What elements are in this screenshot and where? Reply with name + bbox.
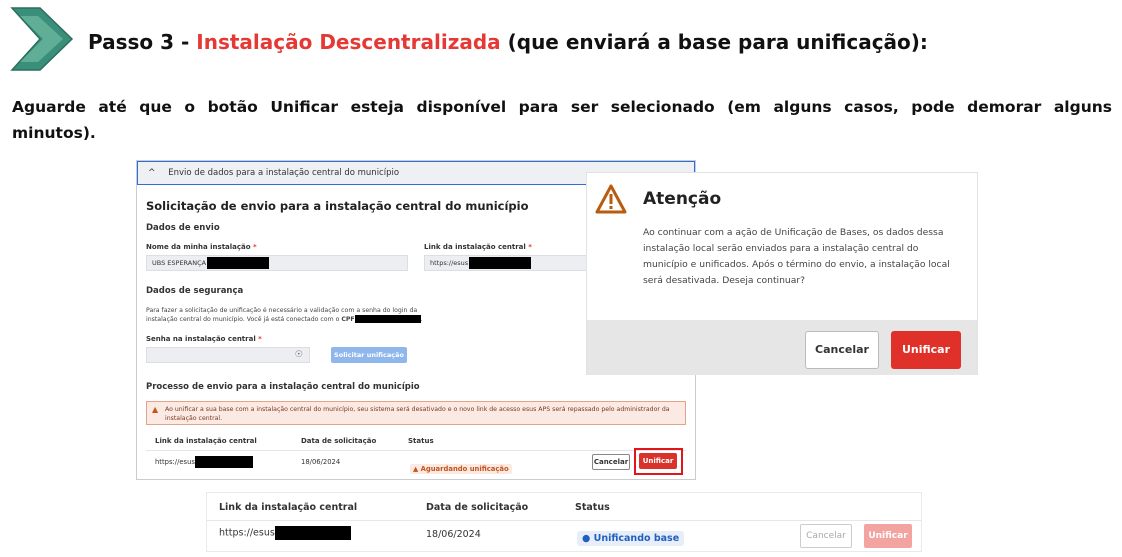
link-value: https://esus bbox=[430, 259, 469, 267]
link-field[interactable]: https://esus bbox=[424, 255, 588, 271]
step-prefix: Passo 3 - bbox=[88, 30, 197, 54]
table-divider bbox=[146, 450, 686, 451]
row-link-text: https://esus bbox=[155, 458, 195, 466]
row-status: ▲ Aguardando unificação bbox=[410, 456, 512, 475]
panel-title: Solicitação de envio para a instalação c… bbox=[146, 199, 529, 213]
redaction-box bbox=[354, 315, 421, 323]
cpf-label: CPF bbox=[341, 316, 355, 323]
unify-button[interactable]: Unificar bbox=[639, 453, 677, 469]
seguranca-heading: Dados de segurança bbox=[146, 286, 244, 296]
chevron-arrow-icon bbox=[10, 7, 74, 71]
cancel-button-disabled[interactable]: Cancelar bbox=[800, 524, 852, 548]
unify-button-disabled[interactable]: Unificar bbox=[864, 524, 912, 548]
row-link: https://esus bbox=[155, 456, 253, 468]
step-title: Passo 3 - Instalação Descentralizada (qu… bbox=[88, 30, 928, 54]
warning-line-2: instalação central. bbox=[165, 415, 223, 422]
status-badge-waiting: ▲ Aguardando unificação bbox=[410, 464, 512, 474]
table-divider bbox=[207, 520, 921, 521]
col-date-header: Data de solicitação bbox=[426, 502, 529, 513]
redaction-box bbox=[207, 257, 270, 269]
modal-cancel-button[interactable]: Cancelar bbox=[805, 331, 879, 369]
caret-up-icon: ^ bbox=[148, 168, 156, 178]
senha-field[interactable]: ☉ bbox=[146, 347, 310, 363]
seguranca-text: Para fazer a solicitação de unificação é… bbox=[146, 306, 446, 324]
attention-modal: Atenção Ao continuar com a ação de Unifi… bbox=[586, 172, 978, 375]
step-accent: Instalação Descentralizada bbox=[196, 30, 501, 54]
solicitar-unificacao-button[interactable]: Solicitar unificação bbox=[331, 347, 407, 363]
nome-field[interactable]: UBS ESPERANÇA bbox=[146, 255, 408, 271]
seguranca-line-2-text: instalação central do município. Você já… bbox=[146, 316, 340, 323]
link-label-text: Link da instalação central bbox=[424, 243, 526, 251]
link-label: Link da instalação central * bbox=[424, 243, 532, 251]
info-circle-icon: ● bbox=[582, 533, 591, 544]
cancel-button[interactable]: Cancelar bbox=[592, 454, 630, 470]
seguranca-line-1: Para fazer a solicitação de unificação é… bbox=[146, 307, 418, 314]
row-date: 18/06/2024 bbox=[426, 529, 481, 540]
seguranca-line-2: instalação central do município. Você já… bbox=[146, 315, 423, 323]
warning-triangle-icon: ▲ bbox=[152, 405, 159, 414]
redaction-box bbox=[194, 456, 253, 468]
status-text: Aguardando unificação bbox=[420, 465, 509, 473]
col-status-header: Status bbox=[575, 502, 610, 513]
col-date-header: Data de solicitação bbox=[301, 437, 377, 445]
redaction-box bbox=[274, 526, 351, 540]
senha-label-text: Senha na instalação central bbox=[146, 335, 256, 343]
col-status-header: Status bbox=[408, 437, 434, 445]
eye-icon[interactable]: ☉ bbox=[295, 348, 303, 362]
modal-unify-button[interactable]: Unificar bbox=[891, 331, 961, 369]
col-link-header: Link da instalação central bbox=[219, 502, 358, 513]
nome-label: Nome da minha instalação * bbox=[146, 243, 257, 251]
redaction-box bbox=[469, 257, 532, 269]
processo-heading: Processo de envio para a instalação cent… bbox=[146, 382, 420, 392]
status-text: Unificando base bbox=[593, 533, 680, 544]
nome-value: UBS ESPERANÇA bbox=[152, 259, 207, 267]
instruction-text: Aguarde até que o botão Unificar esteja … bbox=[12, 98, 1112, 142]
dados-envio-heading: Dados de envio bbox=[146, 223, 220, 233]
nome-label-text: Nome da minha instalação bbox=[146, 243, 251, 251]
unifying-table: Link da instalação central Data de solic… bbox=[206, 492, 922, 552]
modal-title: Atenção bbox=[643, 189, 722, 209]
col-link-header: Link da instalação central bbox=[155, 437, 257, 445]
status-badge-unifying: ● Unificando base bbox=[577, 531, 685, 546]
row-date: 18/06/2024 bbox=[301, 458, 341, 466]
row-status: ● Unificando base bbox=[577, 526, 685, 546]
warning-line-1: Ao unificar a sua base com a instalação … bbox=[165, 406, 670, 413]
warning-triangle-icon bbox=[595, 184, 627, 214]
accordion-title: Envio de dados para a instalação central… bbox=[168, 168, 400, 178]
senha-label: Senha na instalação central * bbox=[146, 335, 262, 343]
warning-box: ▲ Ao unificar a sua base com a instalaçã… bbox=[146, 401, 686, 425]
step-suffix: (que enviará a base para unificação): bbox=[507, 30, 928, 54]
row-link-text: https://esus bbox=[219, 527, 275, 539]
modal-message: Ao continuar com a ação de Unificação de… bbox=[643, 227, 950, 286]
row-link: https://esus bbox=[219, 526, 351, 540]
